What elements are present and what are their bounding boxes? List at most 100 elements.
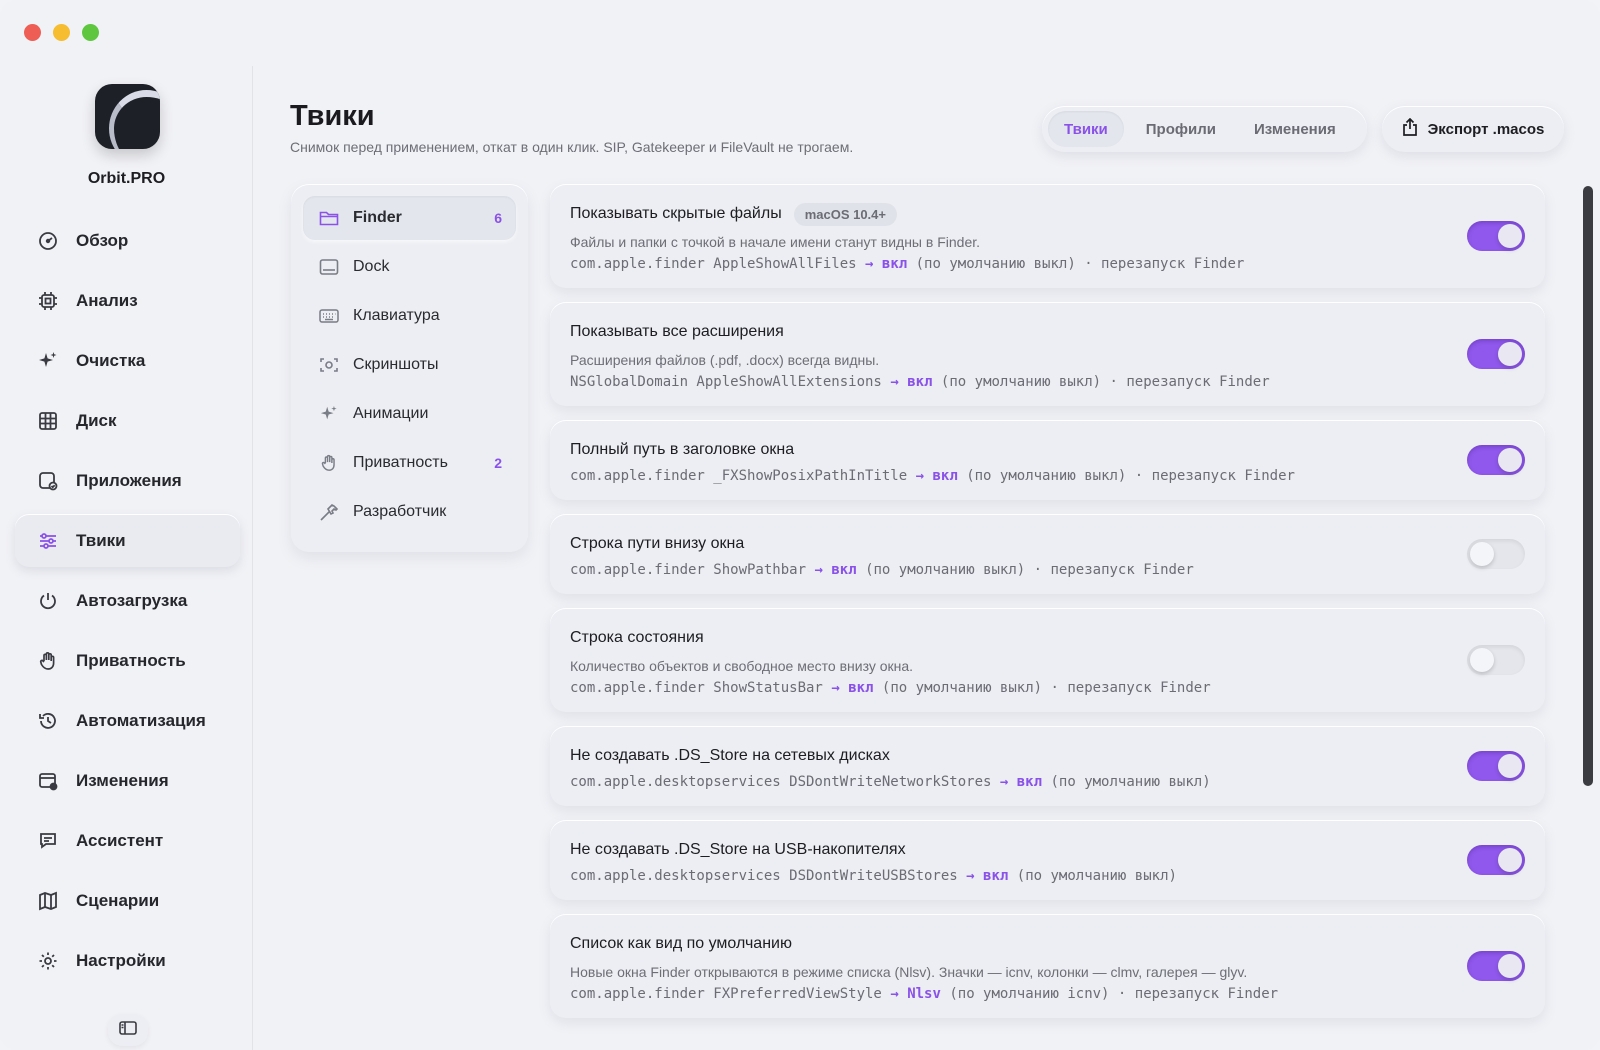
tweak-default-note: (по умолчанию выкл) · перезапуск Finder: [940, 374, 1270, 390]
chat-icon: [37, 830, 59, 852]
tweak-card: Показывать скрытые файлы macOS 10.4+ Фай…: [550, 184, 1545, 288]
category-keyboard[interactable]: Клавиатура: [303, 294, 516, 338]
history-icon: [37, 710, 59, 732]
tweak-key: com.apple.finder _FXShowPosixPathInTitle: [570, 468, 908, 484]
hammer-icon: [319, 502, 339, 522]
tab-tweaks[interactable]: Твики: [1048, 111, 1124, 147]
category-label: Анимации: [353, 405, 429, 422]
sidebar-toggle-icon: [119, 1020, 137, 1040]
tweak-title-row: Строка состояния: [570, 626, 1525, 650]
tweak-card: Строка пути внизу окна com.apple.finder …: [550, 514, 1545, 594]
dashboard-icon: [37, 230, 59, 252]
tweak-command: com.apple.desktopservices DSDontWriteNet…: [570, 774, 1525, 790]
tweak-command: NSGlobalDomain AppleShowAllExtensions → …: [570, 374, 1525, 390]
category-label: Finder: [353, 209, 402, 226]
category-privacy[interactable]: Приватность 2: [303, 441, 516, 485]
tab-changes[interactable]: Изменения: [1238, 111, 1352, 147]
tweak-title: Показывать скрытые файлы: [570, 205, 782, 222]
sidebar-item-tweaks[interactable]: Твики: [15, 514, 240, 567]
tweak-key: com.apple.finder FXPreferredViewStyle: [570, 986, 882, 1002]
category-label: Клавиатура: [353, 307, 440, 324]
view-tabs: Твики Профили Изменения: [1042, 106, 1367, 152]
sidebar-item-label: Диск: [76, 410, 117, 430]
sidebar-item-startup[interactable]: Автозагрузка: [15, 574, 240, 627]
minimize-window-button[interactable]: [53, 24, 70, 41]
sidebar-item-disk[interactable]: Диск: [15, 394, 240, 447]
category-count: 6: [494, 210, 502, 226]
tweak-card: Список как вид по умолчанию Новые окна F…: [550, 914, 1545, 1018]
tweak-command: com.apple.desktopservices DSDontWriteUSB…: [570, 868, 1525, 884]
app-window: Orbit.PRO Обзор Анализ Очистка Диск Прил…: [0, 0, 1600, 1050]
tweak-toggle[interactable]: [1467, 445, 1525, 475]
tweak-toggle[interactable]: [1467, 845, 1525, 875]
tweak-toggle[interactable]: [1467, 339, 1525, 369]
tweak-title-row: Показывать все расширения: [570, 320, 1525, 344]
sidebar-item-scenarios[interactable]: Сценарии: [15, 874, 240, 927]
sparkle-icon: [319, 404, 339, 424]
sidebar-item-analysis[interactable]: Анализ: [15, 274, 240, 327]
dock-icon: [319, 257, 339, 277]
tweak-title: Не создавать .DS_Store на сетевых дисках: [570, 747, 890, 764]
sidebar-toggle-button[interactable]: [108, 1014, 148, 1046]
toggle-knob: [1470, 542, 1494, 566]
category-finder[interactable]: Finder 6: [303, 196, 516, 240]
close-window-button[interactable]: [24, 24, 41, 41]
sidebar-item-label: Приватность: [76, 650, 186, 670]
tweak-card: Показывать все расширения Расширения фай…: [550, 302, 1545, 406]
toggle-knob: [1470, 648, 1494, 672]
tweak-toggle[interactable]: [1467, 751, 1525, 781]
arrow-icon: →: [865, 256, 874, 272]
tweak-title: Полный путь в заголовке окна: [570, 441, 795, 458]
arrow-icon: →: [831, 680, 840, 696]
tweak-title-row: Показывать скрытые файлы macOS 10.4+: [570, 202, 1525, 226]
sidebar-nav: Обзор Анализ Очистка Диск Приложения Тви…: [15, 214, 240, 994]
tab-profiles[interactable]: Профили: [1130, 111, 1232, 147]
arrow-icon: →: [966, 868, 975, 884]
category-dock[interactable]: Dock: [303, 245, 516, 289]
tweak-command: com.apple.finder ShowStatusBar → вкл (по…: [570, 680, 1525, 696]
tweak-title: Строка пути внизу окна: [570, 535, 745, 552]
toggle-knob: [1498, 224, 1522, 248]
sidebar-item-apps[interactable]: Приложения: [15, 454, 240, 507]
scrollbar[interactable]: [1583, 186, 1593, 786]
export-button[interactable]: Экспорт .macos: [1382, 106, 1564, 152]
sidebar-item-assistant[interactable]: Ассистент: [15, 814, 240, 867]
tweak-value: вкл: [1016, 774, 1043, 790]
sidebar-item-settings[interactable]: Настройки: [15, 934, 240, 987]
sidebar-item-changes[interactable]: Изменения: [15, 754, 240, 807]
tweak-card: Не создавать .DS_Store на USB-накопителя…: [550, 820, 1545, 900]
tweak-title-row: Строка пути внизу окна: [570, 532, 1525, 556]
window-controls: [24, 24, 99, 41]
sidebar-item-privacy[interactable]: Приватность: [15, 634, 240, 687]
tweak-key: NSGlobalDomain AppleShowAllExtensions: [570, 374, 882, 390]
tweak-card: Не создавать .DS_Store на сетевых дисках…: [550, 726, 1545, 806]
toggle-knob: [1498, 754, 1522, 778]
tweak-value: вкл: [932, 468, 958, 484]
tweak-default-note: (по умолчанию выкл) · перезапуск Finder: [865, 562, 1194, 578]
power-icon: [37, 590, 59, 612]
toggle-knob: [1498, 848, 1522, 872]
tweak-description: Файлы и папки с точкой в начале имени ст…: [570, 234, 981, 250]
app-name: Orbit.PRO: [87, 170, 166, 187]
category-label: Скриншоты: [353, 356, 439, 373]
tweak-toggle[interactable]: [1467, 951, 1525, 981]
tweak-title-row: Полный путь в заголовке окна: [570, 438, 1525, 462]
tweak-description: Расширения файлов (.pdf, .docx) всегда в…: [570, 352, 880, 368]
tweak-toggle[interactable]: [1467, 539, 1525, 569]
zoom-window-button[interactable]: [82, 24, 99, 41]
sidebar-item-label: Изменения: [76, 770, 169, 790]
arrow-icon: →: [999, 774, 1009, 790]
category-animations[interactable]: Анимации: [303, 392, 516, 436]
sidebar-item-overview[interactable]: Обзор: [15, 214, 240, 267]
category-screenshots[interactable]: Скриншоты: [303, 343, 516, 387]
arrow-icon: →: [814, 562, 823, 578]
apps-icon: [37, 470, 59, 492]
sidebar-item-automation[interactable]: Автоматизация: [15, 694, 240, 747]
tweak-toggle[interactable]: [1467, 645, 1525, 675]
hand-icon: [319, 453, 339, 473]
tweak-command: com.apple.finder FXPreferredViewStyle → …: [570, 986, 1525, 1002]
tweak-toggle[interactable]: [1467, 221, 1525, 251]
sidebar-item-cleanup[interactable]: Очистка: [15, 334, 240, 387]
calendar-icon: [37, 770, 59, 792]
category-developer[interactable]: Разработчик: [303, 490, 516, 534]
